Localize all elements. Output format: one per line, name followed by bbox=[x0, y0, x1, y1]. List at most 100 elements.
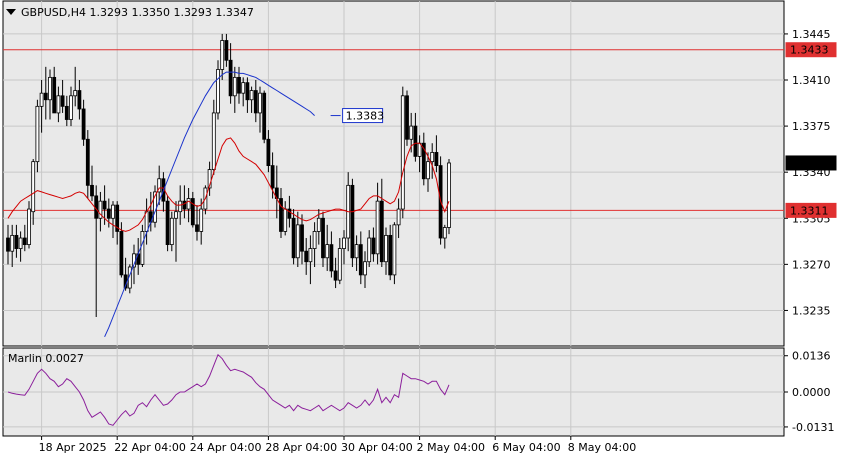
candle bbox=[392, 222, 397, 285]
candle-body bbox=[337, 248, 342, 281]
candle-body bbox=[195, 224, 199, 232]
candle-body bbox=[39, 92, 44, 107]
time-tick-label: 22 Apr 04:00 bbox=[114, 441, 186, 454]
candle-body bbox=[253, 90, 258, 114]
candle-body bbox=[358, 244, 363, 276]
candle-body bbox=[216, 69, 220, 114]
indicator-label: Marlin 0.0027 bbox=[8, 352, 84, 365]
candle-body bbox=[22, 237, 27, 246]
candle-body bbox=[426, 161, 430, 180]
candle bbox=[153, 185, 157, 228]
candle-body bbox=[447, 162, 451, 228]
candle-body bbox=[388, 234, 393, 276]
candle-body bbox=[169, 217, 174, 246]
candle-body bbox=[220, 40, 225, 70]
price-tick-label: 1.3270 bbox=[792, 258, 831, 271]
symbol-header: GBPUSD,H4 1.3293 1.3350 1.3293 1.3347 bbox=[21, 6, 254, 19]
candle-body bbox=[367, 237, 372, 263]
candle-body bbox=[119, 231, 124, 276]
candle-body bbox=[165, 200, 170, 246]
candle-body bbox=[85, 138, 90, 186]
candle-body bbox=[199, 208, 204, 232]
indicator-axis: 0.0136 0.0000 -0.0131 bbox=[784, 350, 834, 434]
candle-body bbox=[228, 59, 233, 97]
indicator-tick-label: -0.0131 bbox=[792, 421, 834, 434]
time-tick-label: 30 Apr 04:00 bbox=[341, 441, 413, 454]
price-tick-label: 1.3375 bbox=[792, 120, 831, 133]
indicator-tick-label: 0.0136 bbox=[792, 350, 831, 363]
time-tick-label: 8 May 04:00 bbox=[568, 441, 636, 454]
candle-body bbox=[396, 208, 401, 226]
candle-body bbox=[258, 92, 262, 114]
candle-body bbox=[60, 95, 65, 107]
candle-body bbox=[300, 224, 304, 252]
candle-body bbox=[31, 161, 36, 213]
time-tick-label: 6 May 04:00 bbox=[492, 441, 560, 454]
candle-body bbox=[14, 234, 19, 249]
candle-body bbox=[64, 105, 69, 120]
candle-body bbox=[270, 165, 275, 189]
candle-body bbox=[211, 112, 216, 170]
ma-slow-value-text: 1.3383 bbox=[346, 110, 385, 123]
candle-body bbox=[27, 208, 31, 246]
candle-body bbox=[308, 248, 313, 263]
candle-body bbox=[73, 90, 78, 97]
candle-body bbox=[413, 125, 418, 157]
time-tick-label: 24 Apr 04:00 bbox=[190, 441, 262, 454]
candle-body bbox=[295, 224, 300, 259]
ma-slow-value-label: 1.3383 bbox=[342, 108, 385, 124]
candle bbox=[165, 195, 170, 252]
candle-body bbox=[174, 211, 178, 219]
candle-body bbox=[371, 237, 376, 255]
candle bbox=[262, 90, 267, 144]
level-badge: 1.3433 bbox=[785, 42, 837, 58]
candle-body bbox=[249, 90, 254, 101]
candle-body bbox=[291, 217, 296, 259]
candle-body bbox=[354, 244, 359, 259]
level-badge-text: 1.3311 bbox=[790, 204, 829, 217]
time-tick-label: 2 May 04:00 bbox=[417, 441, 485, 454]
candle-body bbox=[321, 217, 325, 259]
candle-body bbox=[43, 92, 48, 101]
current-price-badge: 1.3347 bbox=[785, 155, 837, 171]
candle-body bbox=[342, 237, 346, 249]
candle-body bbox=[102, 200, 107, 210]
candle-body bbox=[333, 270, 338, 281]
time-tick-label: 28 Apr 04:00 bbox=[265, 441, 337, 454]
candle-body bbox=[10, 234, 15, 252]
price-panel[interactable] bbox=[2, 0, 785, 347]
level-badge-text: 1.3433 bbox=[790, 44, 829, 57]
candle-body bbox=[262, 92, 267, 140]
indicator-tick-label: 0.0000 bbox=[792, 386, 831, 399]
price-tick-label: 1.3235 bbox=[792, 304, 831, 317]
candle-body bbox=[81, 108, 86, 140]
candle-body bbox=[363, 261, 367, 276]
candle-body bbox=[111, 204, 115, 219]
chart-canvas: 1.34451.34101.33751.33401.33051.32701.32… bbox=[0, 0, 842, 459]
candle-body bbox=[182, 200, 187, 210]
candle bbox=[405, 90, 409, 146]
candle-body bbox=[375, 200, 380, 255]
candle bbox=[35, 99, 40, 173]
candle-body bbox=[245, 82, 250, 101]
candle-body bbox=[77, 90, 82, 110]
candle bbox=[447, 159, 451, 235]
candle-body bbox=[190, 198, 195, 226]
candle-body bbox=[224, 40, 229, 61]
candle-body bbox=[287, 208, 292, 219]
candle-body bbox=[312, 231, 317, 249]
candle-body bbox=[106, 208, 111, 219]
candle-body bbox=[430, 152, 435, 163]
candle-body bbox=[325, 244, 330, 259]
candle-body bbox=[56, 95, 61, 114]
candle-body bbox=[186, 198, 191, 210]
time-tick-label: 18 Apr 2025 bbox=[39, 441, 107, 454]
candle-body bbox=[350, 184, 355, 259]
candle-body bbox=[237, 76, 241, 94]
candle-body bbox=[392, 224, 397, 276]
level-badge: 1.3311 bbox=[785, 202, 837, 218]
candle-body bbox=[140, 231, 145, 265]
candle-body bbox=[434, 152, 439, 166]
candle-body bbox=[48, 76, 52, 101]
candle-body bbox=[379, 200, 384, 263]
